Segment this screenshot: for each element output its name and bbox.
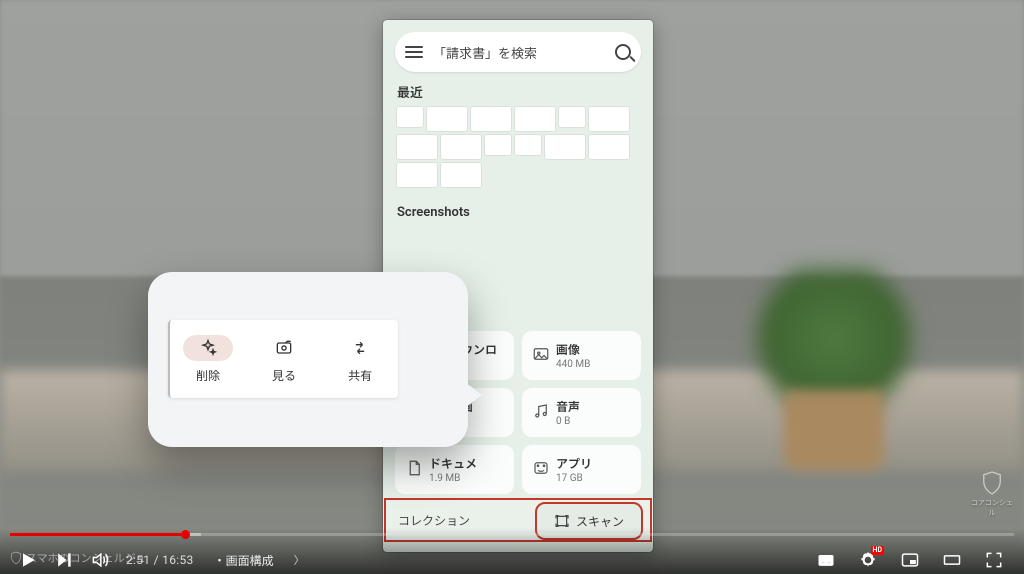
recent-thumbnails[interactable]	[383, 107, 653, 187]
channel-tag[interactable]: スマホのコンシェルジュ	[10, 550, 146, 566]
callout-label: 見る	[272, 367, 296, 384]
chevron-right-icon: 〉	[294, 552, 305, 568]
channel-tag-text: スマホのコンシェルジュ	[26, 550, 146, 566]
background-pot	[784, 390, 884, 470]
miniplayer-button[interactable]	[900, 550, 920, 570]
chapter-title[interactable]: ・画面構成	[214, 552, 274, 569]
search-icon[interactable]	[615, 44, 631, 60]
category-title: 画像	[556, 341, 631, 358]
document-icon	[405, 459, 423, 477]
thumbnail[interactable]	[471, 107, 511, 131]
time-duration: 16:53	[162, 553, 193, 567]
apps-icon	[532, 459, 550, 477]
category-size: 1.9 MB	[429, 473, 504, 484]
thumbnail[interactable]	[441, 135, 481, 159]
image-icon	[532, 345, 550, 363]
callout-delete[interactable]: 削除	[170, 320, 246, 398]
category-size: 440 MB	[556, 359, 631, 370]
thumbnail[interactable]	[397, 163, 437, 187]
channel-watermark[interactable]: コアコンシェル	[968, 470, 1016, 518]
category-documents[interactable]: ドキュメ 1.9 MB	[395, 445, 514, 494]
category-apps[interactable]: アプリ 17 GB	[522, 445, 641, 494]
thumbnail[interactable]	[515, 107, 555, 131]
view-icon	[274, 338, 294, 358]
player-controls: 2:51 / 16:53 ・画面構成 〉 HD	[0, 528, 1024, 574]
thumbnail[interactable]	[397, 107, 423, 127]
hd-badge: HD	[871, 546, 885, 555]
category-images[interactable]: 画像 440 MB	[522, 331, 641, 380]
sparkle-icon	[198, 338, 218, 358]
share-icon	[350, 338, 370, 358]
thumbnail[interactable]	[515, 135, 541, 155]
category-title: ドキュメ	[429, 455, 504, 472]
audio-icon	[532, 402, 550, 420]
search-input[interactable]: 「請求書」を検索	[433, 43, 605, 62]
settings-button[interactable]: HD	[858, 550, 878, 570]
screenshots-title: Screenshots	[397, 205, 639, 220]
callout-label: 共有	[348, 367, 372, 384]
watermark-text: コアコンシェル	[968, 498, 1016, 518]
category-size: 17 GB	[556, 473, 631, 484]
thumbnail[interactable]	[441, 163, 481, 187]
category-size: 0 B	[556, 416, 631, 427]
thumbnail[interactable]	[545, 135, 585, 159]
thumbnail[interactable]	[485, 135, 511, 155]
subtitles-button[interactable]	[816, 550, 836, 570]
callout-actions: 削除 見る 共有	[168, 320, 398, 398]
thumbnail[interactable]	[589, 107, 629, 131]
scan-icon	[554, 513, 570, 529]
thumbnail[interactable]	[427, 107, 467, 131]
thumbnail[interactable]	[589, 135, 629, 159]
thumbnail[interactable]	[559, 107, 585, 127]
scan-label: スキャン	[576, 513, 624, 530]
callout-label: 削除	[196, 367, 220, 384]
category-title: 音声	[556, 398, 631, 415]
fullscreen-button[interactable]	[984, 550, 1004, 570]
callout-share[interactable]: 共有	[322, 320, 398, 398]
callout-view[interactable]: 見る	[246, 320, 322, 398]
category-title: アプリ	[556, 455, 631, 472]
callout-balloon: 削除 見る 共有	[148, 272, 468, 447]
category-audio[interactable]: 音声 0 B	[522, 388, 641, 437]
search-bar[interactable]: 「請求書」を検索	[395, 32, 641, 72]
theater-button[interactable]	[942, 550, 962, 570]
menu-icon[interactable]	[405, 46, 423, 58]
thumbnail[interactable]	[397, 135, 437, 159]
recent-title: 最近	[397, 82, 639, 101]
